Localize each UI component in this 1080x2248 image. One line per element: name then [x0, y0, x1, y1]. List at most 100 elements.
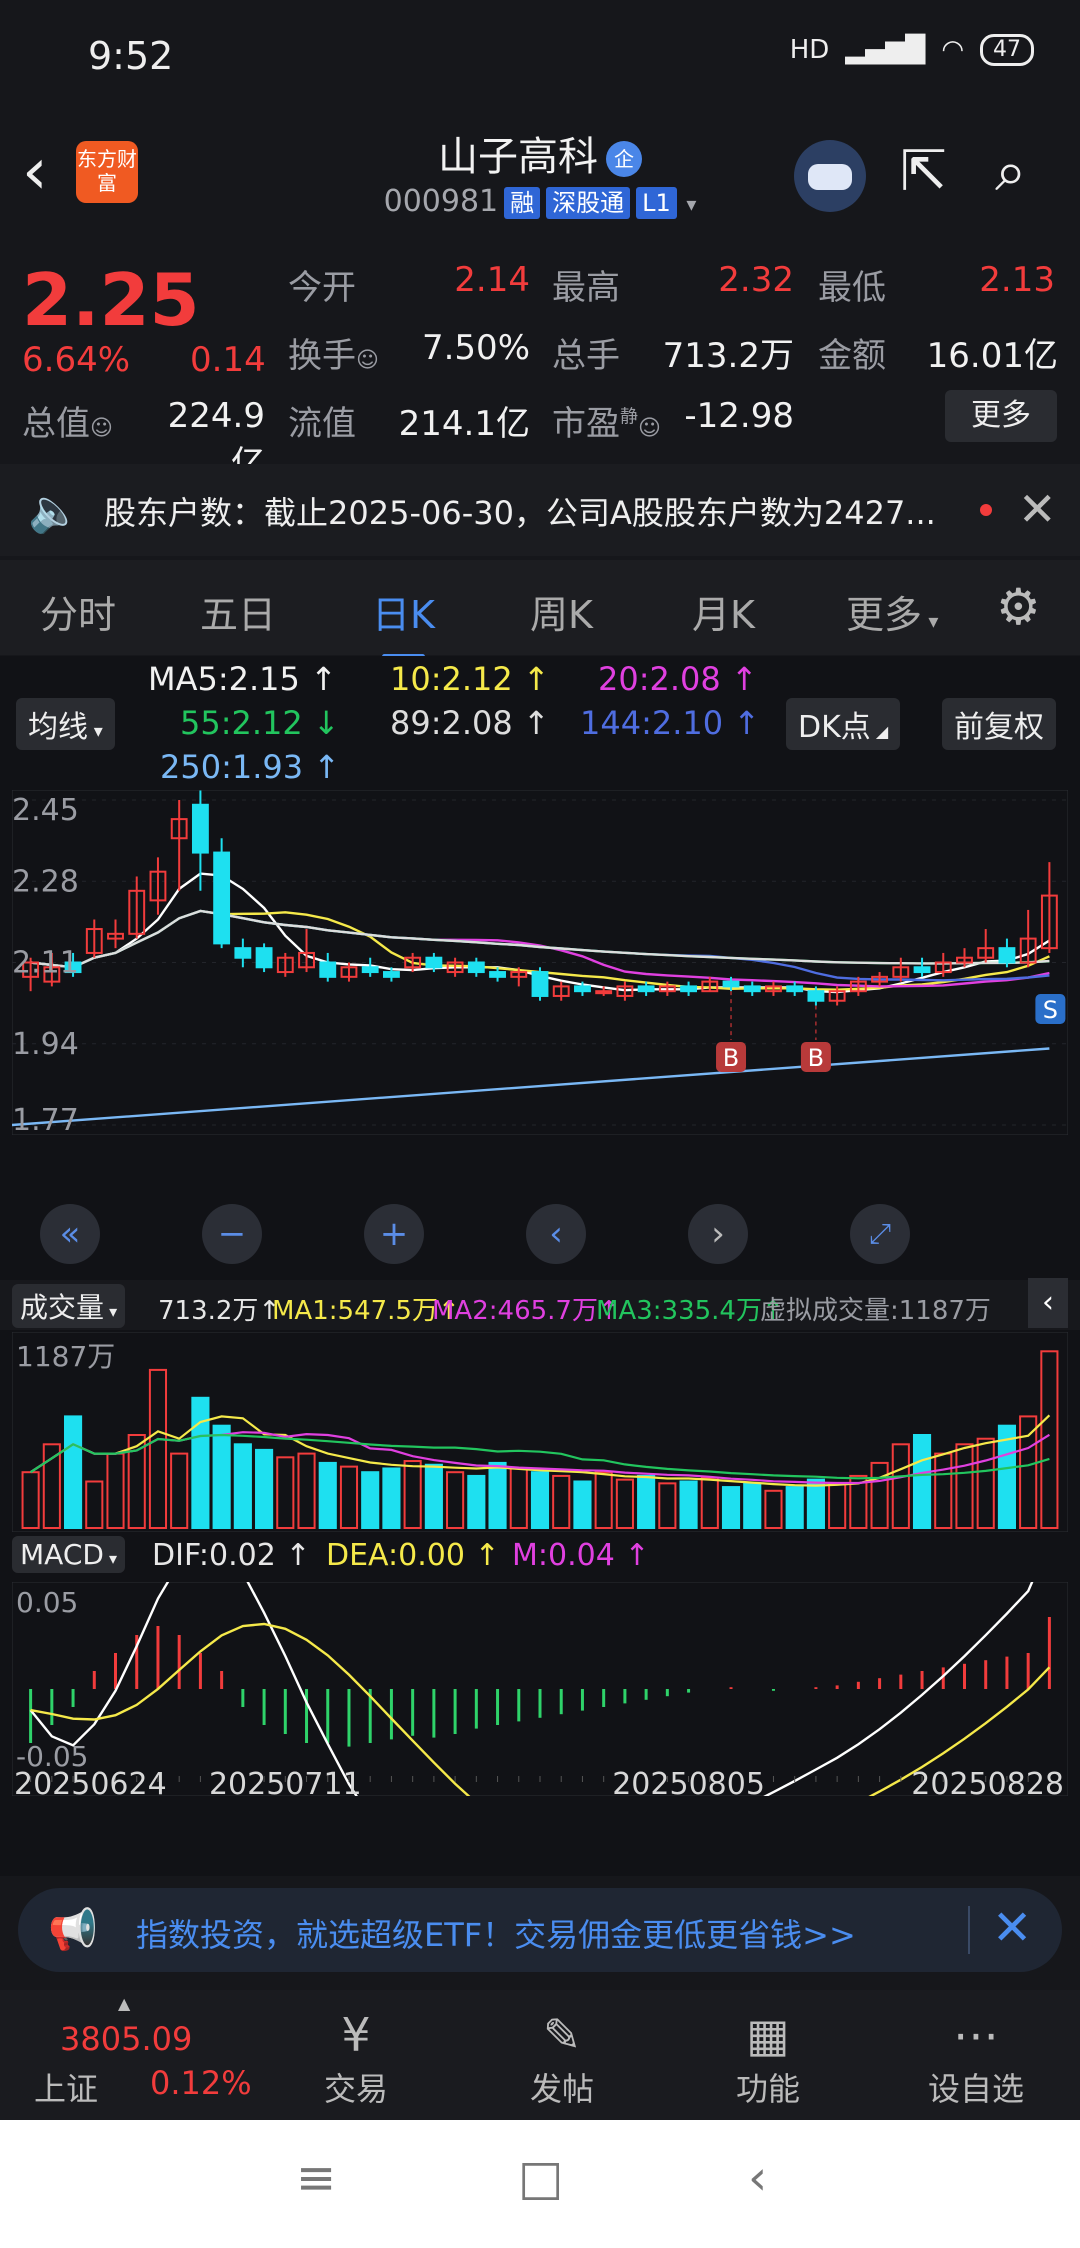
- float-label: 流值: [288, 404, 356, 444]
- m-legend: M:0.04 ↑: [512, 1538, 650, 1573]
- nav-functions[interactable]: ▦ 功能: [708, 2006, 828, 2110]
- candle-body: [595, 990, 613, 995]
- tab-intraday[interactable]: 分时: [40, 584, 116, 639]
- collapse-panel-icon[interactable]: ‹: [1028, 1278, 1068, 1328]
- tab-daily-k[interactable]: 日K: [372, 584, 435, 659]
- vol-ma2-legend: MA2:465.7万↑: [432, 1296, 620, 1326]
- notice-text[interactable]: 股东户数：截止2025-06-30，公司A股股东户数为2427...: [104, 488, 974, 534]
- volume-bar: [339, 1465, 359, 1529]
- dk-button[interactable]: DK点 ◢: [786, 698, 901, 750]
- volume-bar: [42, 1443, 61, 1529]
- nav-functions-label: 功能: [735, 2070, 800, 2108]
- date-label: 20250828: [911, 1767, 1064, 1796]
- nav-post[interactable]: ✎ 发帖: [502, 2006, 622, 2110]
- volume-bar: [446, 1471, 465, 1529]
- macd-selector[interactable]: MACD ▾: [12, 1536, 126, 1573]
- dea-legend: DEA:0.00 ↑: [326, 1538, 500, 1573]
- volume-bar: [700, 1476, 719, 1529]
- ad-divider: [968, 1906, 970, 1954]
- date-label: 20250805: [612, 1767, 765, 1796]
- scroll-left-fast-icon[interactable]: «: [40, 1204, 100, 1264]
- volume-bar: [658, 1482, 677, 1529]
- level-tag: L1: [636, 186, 677, 219]
- share-icon[interactable]: ⇱: [900, 142, 947, 202]
- stock-header: ‹ 东方财富 山子高科企 000981 融深股通 L1 ▾ ⇱ ⌕: [0, 120, 1080, 235]
- candle-body: [680, 985, 698, 993]
- unread-dot: [980, 504, 992, 516]
- status-bar: 9:52 HD ▂▄▆█ ◠ 47: [0, 0, 1080, 120]
- volume-bar: [1040, 1350, 1059, 1529]
- tab-more[interactable]: 更多 ▾: [846, 584, 938, 639]
- home-icon[interactable]: □: [518, 2150, 563, 2206]
- vol-ma3-legend: MA3:335.4万↑: [596, 1296, 784, 1326]
- volume-bar: [424, 1463, 443, 1529]
- macd-chart[interactable]: 0.05 -0.05 20250624 20250711 20250805 20250…: [12, 1582, 1068, 1796]
- mktcap-label: 总值☺: [22, 404, 113, 444]
- close-icon[interactable]: ✕: [1018, 482, 1057, 536]
- gear-icon[interactable]: ⚙: [996, 578, 1041, 636]
- volume-chart[interactable]: 1187万: [12, 1332, 1068, 1532]
- margin-tag: 融: [504, 186, 541, 219]
- high-label: 最高: [552, 268, 620, 308]
- zoom-in-icon[interactable]: +: [364, 1204, 424, 1264]
- candlestick-chart[interactable]: 2.45 2.28 2.11 1.94 1.77 B B S: [12, 790, 1068, 1135]
- volume-bar: [276, 1456, 295, 1529]
- candle-body: [191, 803, 209, 854]
- volume-bar: [934, 1452, 953, 1529]
- scroll-right-icon[interactable]: ›: [688, 1204, 748, 1264]
- volume-selector[interactable]: 成交量 ▾: [12, 1284, 126, 1328]
- price-tick-label: 2.28: [12, 864, 79, 899]
- scroll-left-icon[interactable]: ‹: [526, 1204, 586, 1264]
- dropdown-icon: ▾: [686, 192, 697, 216]
- volume-bar: [106, 1452, 125, 1529]
- volume-bar: [785, 1486, 804, 1529]
- amount-value: 16.01亿: [926, 336, 1058, 376]
- ma250-legend: 250:1.93 ↑: [160, 748, 341, 786]
- search-icon[interactable]: ⌕: [995, 142, 1026, 202]
- back-nav-icon[interactable]: ‹: [748, 2150, 767, 2206]
- tab-five-day[interactable]: 五日: [200, 584, 276, 639]
- menu-icon[interactable]: ≡: [296, 2150, 336, 2206]
- more-quote-button[interactable]: 更多: [945, 390, 1057, 442]
- enterprise-badge: 企: [606, 141, 642, 177]
- volume-bar: [573, 1480, 592, 1529]
- adjust-button[interactable]: 前复权: [942, 698, 1056, 750]
- ma5-legend: MA5:2.15 ↑: [148, 660, 337, 698]
- index-value[interactable]: 3805.09: [60, 2020, 192, 2058]
- ad-text[interactable]: 指数投资，就选超级ETF！交易佣金更低更省钱>>: [136, 1910, 856, 1956]
- notice-bar[interactable]: 🔈 股东户数：截止2025-06-30，公司A股股东户数为2427... ✕: [0, 464, 1080, 556]
- speaker-icon: 🔈: [28, 486, 81, 535]
- assistant-robot-icon[interactable]: [794, 140, 866, 212]
- index-percent[interactable]: 0.12%: [150, 2064, 252, 2102]
- tab-monthly-k[interactable]: 月K: [692, 584, 755, 639]
- status-time: 9:52: [88, 34, 174, 78]
- candle-body: [743, 985, 761, 993]
- nav-add-watchlist[interactable]: ⋯ 设自选: [916, 2006, 1036, 2110]
- change-amount: 0.14: [190, 340, 266, 380]
- zoom-out-icon[interactable]: −: [202, 1204, 262, 1264]
- tab-weekly-k[interactable]: 周K: [530, 584, 593, 639]
- candle-body: [998, 947, 1016, 964]
- fullscreen-icon[interactable]: ⤢: [850, 1204, 910, 1264]
- ma-selector[interactable]: 均线 ▾: [16, 698, 115, 750]
- open-value: 2.14: [454, 260, 530, 300]
- candle-body: [467, 961, 485, 974]
- expand-icon[interactable]: ▲: [118, 1994, 130, 2013]
- volume-max-label: 1187万: [16, 1340, 115, 1373]
- last-price: 2.25: [22, 258, 200, 342]
- change-percent: 6.64%: [22, 340, 131, 380]
- ma55-line: [30, 909, 1050, 969]
- high-value: 2.32: [718, 260, 794, 300]
- float-value: 214.1亿: [398, 404, 530, 444]
- index-name[interactable]: 上证: [34, 2064, 98, 2110]
- nav-trade[interactable]: ¥ 交易: [296, 2006, 416, 2110]
- nav-trade-label: 交易: [323, 2070, 388, 2108]
- stock-code: 000981: [383, 184, 499, 219]
- candle-body: [722, 980, 740, 988]
- volume-bar: [594, 1471, 613, 1529]
- close-icon[interactable]: ✕: [992, 1900, 1032, 1956]
- nav-add-watchlist-label: 设自选: [927, 2070, 1024, 2108]
- kline-chart-area: MA5:2.15 ↑ 10:2.12 ↑ 20:2.08 ↑ 均线 ▾ 55:2…: [0, 656, 1080, 1876]
- edit-icon: ✎: [542, 2008, 582, 2062]
- ad-banner[interactable]: 📢 指数投资，就选超级ETF！交易佣金更低更省钱>> ✕: [18, 1888, 1062, 1972]
